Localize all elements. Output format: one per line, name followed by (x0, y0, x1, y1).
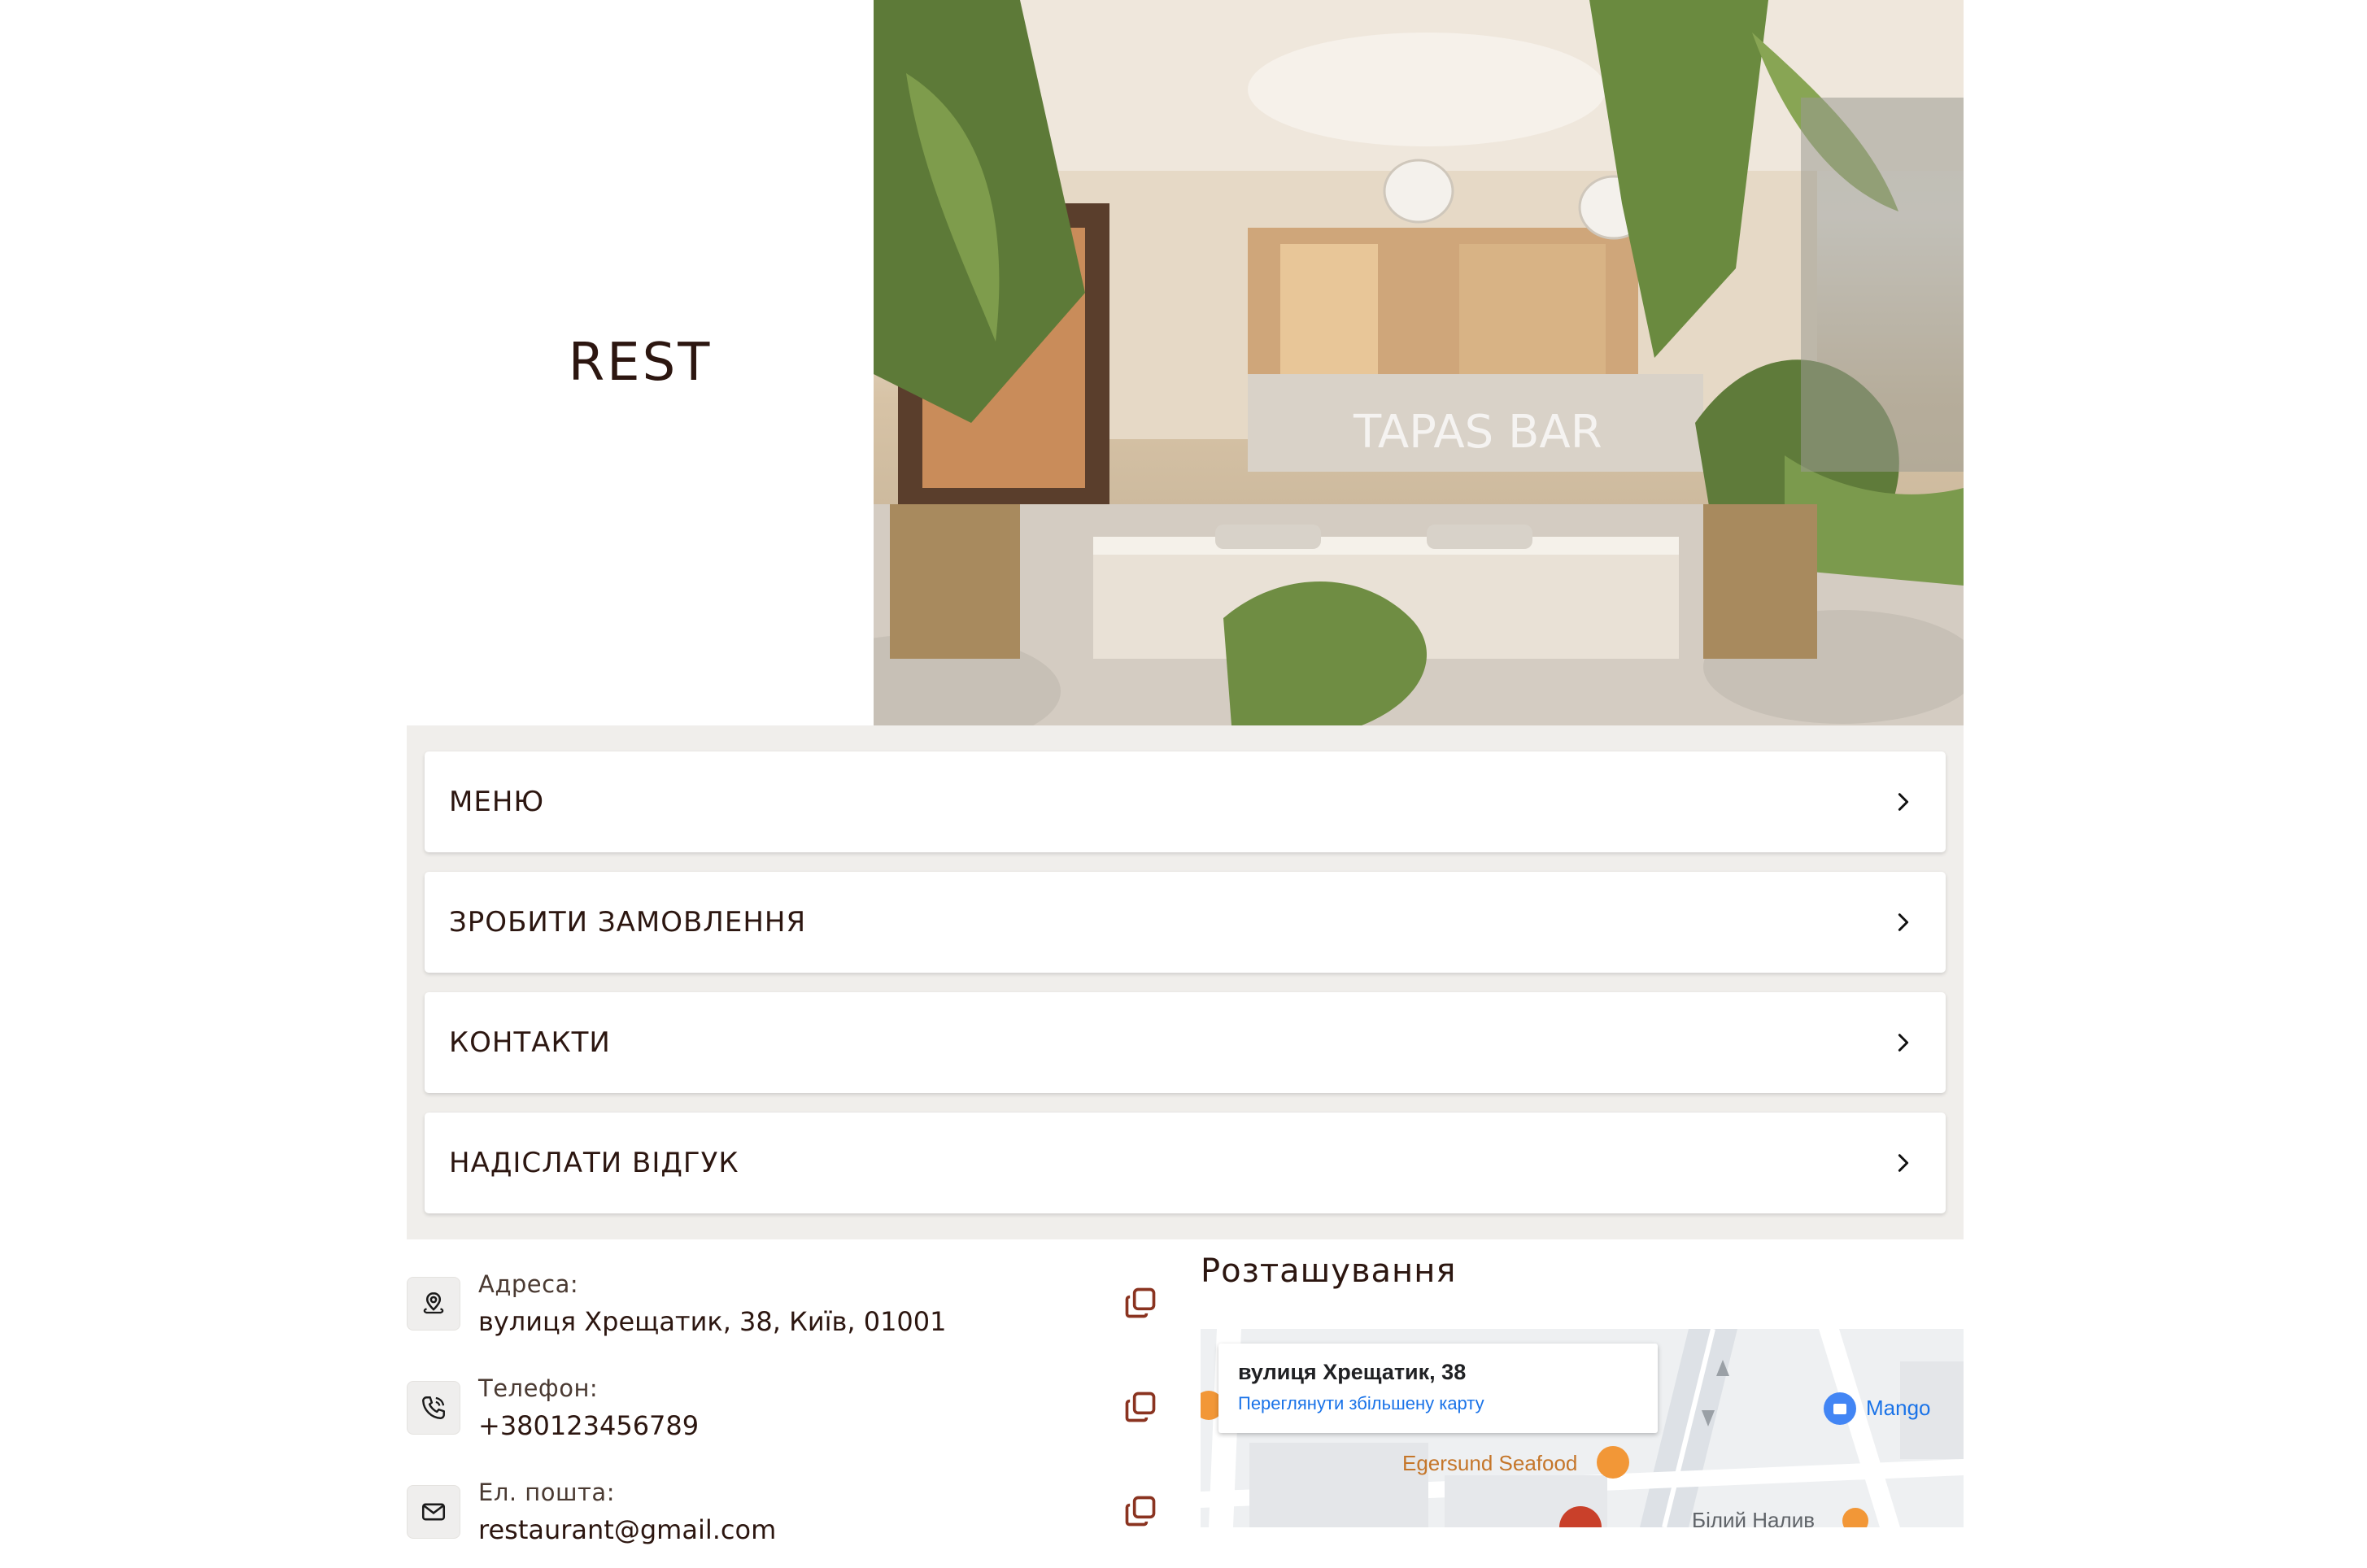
tapas-bar-sign: TAPAS BAR (1353, 406, 1602, 459)
menu-item-order[interactable]: ЗРОБИТИ ЗАМОВЛЕННЯ (425, 872, 1946, 973)
map-poi-egersund[interactable]: Egersund Seafood (1402, 1451, 1577, 1476)
location-pin-icon (407, 1277, 460, 1331)
copy-icon (1125, 1287, 1156, 1318)
view-larger-map-link[interactable]: Переглянути збільшену карту (1238, 1393, 1638, 1414)
menu-item-label: МЕНЮ (449, 786, 545, 818)
map-embed[interactable]: вулиця Хрещатик, 38 Переглянути збільшен… (1201, 1329, 1964, 1527)
phone-value: +380123456789 (478, 1410, 700, 1441)
email-label: Ел. пошта: (478, 1479, 615, 1506)
address-value: вулиця Хрещатик, 38, Київ, 01001 (478, 1306, 947, 1337)
chevron-right-icon (1892, 1152, 1915, 1174)
hero-illustration: TAPAS BAR (874, 0, 1964, 725)
brand-block: REST (407, 0, 874, 725)
menu-item-feedback[interactable]: НАДІСЛАТИ ВІДГУК (425, 1113, 1946, 1213)
menu-item-label: КОНТАКТИ (449, 1026, 611, 1059)
map-poi-mango[interactable]: Mango (1866, 1396, 1931, 1421)
copy-address-button[interactable] (1122, 1285, 1158, 1321)
copy-email-button[interactable] (1122, 1493, 1158, 1529)
chevron-right-icon (1892, 791, 1915, 813)
menu-item-contacts[interactable]: КОНТАКТИ (425, 992, 1946, 1093)
map-info-card: вулиця Хрещатик, 38 Переглянути збільшен… (1218, 1344, 1658, 1433)
menu-item-menu[interactable]: МЕНЮ (425, 751, 1946, 852)
contact-phone: Телефон: +380123456789 (407, 1374, 1163, 1464)
contact-address: Адреса: вулиця Хрещатик, 38, Київ, 01001 (407, 1270, 1163, 1360)
map-poi-bilyi[interactable]: Білий Налив (1692, 1508, 1815, 1527)
chevron-right-icon (1892, 911, 1915, 934)
hero-image: TAPAS BAR (874, 0, 1964, 725)
email-value[interactable]: restaurant@gmail.com (478, 1514, 776, 1545)
location-title: Розташування (1201, 1252, 1457, 1290)
contact-email: Ел. пошта: restaurant@gmail.com (407, 1479, 1163, 1568)
menu-item-label: НАДІСЛАТИ ВІДГУК (449, 1147, 739, 1179)
brand-title: REST (568, 333, 713, 393)
map-card-title: вулиця Хрещатик, 38 (1238, 1360, 1467, 1384)
chevron-right-icon (1892, 1031, 1915, 1054)
menu-panel: МЕНЮ ЗРОБИТИ ЗАМОВЛЕННЯ КОНТАКТИ НАДІСЛА… (407, 725, 1964, 1239)
mail-icon (407, 1485, 460, 1539)
copy-icon (1125, 1392, 1156, 1422)
copy-phone-button[interactable] (1122, 1389, 1158, 1425)
copy-icon (1125, 1496, 1156, 1527)
menu-item-label: ЗРОБИТИ ЗАМОВЛЕННЯ (449, 906, 807, 939)
address-label: Адреса: (478, 1270, 579, 1298)
phone-label: Телефон: (478, 1374, 599, 1402)
phone-icon (407, 1381, 460, 1435)
